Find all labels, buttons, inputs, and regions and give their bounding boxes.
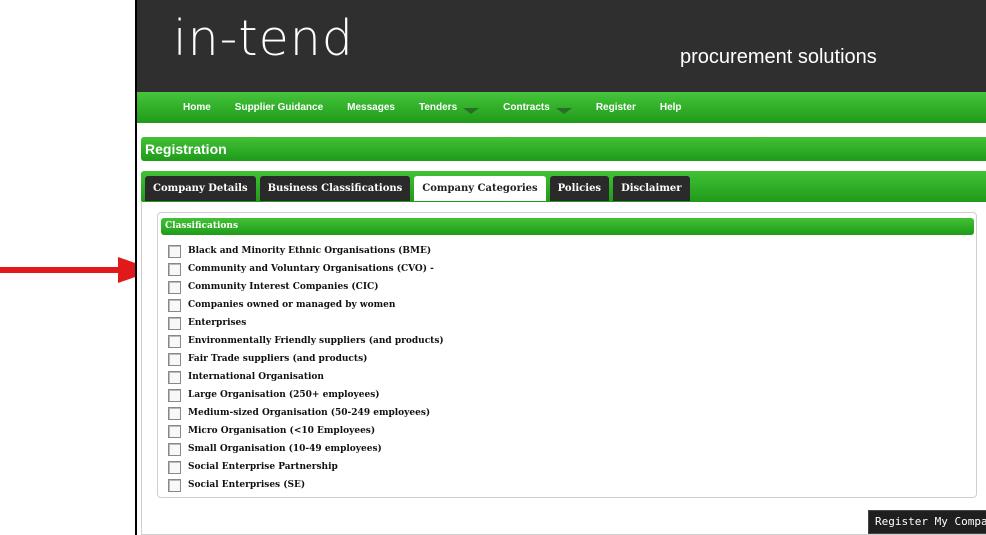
classification-item: Micro Organisation (<10 Employees) [168,422,444,440]
classification-item: Community Interest Companies (CIC) [168,278,444,296]
classification-checkbox[interactable] [168,280,181,294]
classification-item: Companies owned or managed by women [168,296,444,314]
caret-down-icon [555,107,572,114]
classification-label: Companies owned or managed by women [188,300,396,310]
classification-item: Large Organisation (250+ employees) [168,386,444,404]
classification-item: Medium-sized Organisation (50-249 employ… [168,404,444,422]
site-header: in-tend procurement solutions [137,0,986,92]
nav-item-supplier-guidance[interactable]: Supplier Guidance [235,102,323,113]
classification-checkbox[interactable] [168,406,181,420]
main-nav: Home Supplier Guidance Messages Tenders Cont… [137,92,986,123]
classifications-header: Classifications [161,218,974,235]
classification-label: Black and Minority Ethnic Organisations … [188,246,432,256]
tab-company-details[interactable]: Company Details [145,176,256,201]
classification-label: Enterprises [188,318,247,328]
tab-list: Company Details Business Classifications C… [145,176,694,201]
site-tagline: procurement solutions [680,46,877,68]
nav-item-register[interactable]: Register [596,102,636,113]
nav-item-messages[interactable]: Messages [347,102,395,113]
classification-label: Small Organisation (10-49 employees) [188,444,382,454]
nav-item-tenders[interactable]: Tenders [418,102,480,114]
classification-item: International Organisation [168,368,444,386]
classification-checkbox[interactable] [168,316,181,330]
nav-item-label: Register [595,102,636,113]
classification-item: Social Enterprises (SE) [168,476,444,494]
classification-checkbox[interactable] [168,244,181,258]
annotation-arrow-icon [0,257,155,283]
browser-page: in-tend procurement solutions Home Suppli… [135,0,986,535]
classification-item: Small Organisation (10-49 employees) [168,440,444,458]
classification-checkbox[interactable] [168,352,181,366]
register-my-company-button[interactable]: Register My Company [868,510,986,534]
classification-checkbox[interactable] [168,262,181,276]
classification-checkbox[interactable] [168,460,181,474]
nav-item-label: Tenders [418,102,458,113]
classification-item: Enterprises [168,314,444,332]
classification-item: Community and Voluntary Organisations (C… [168,260,444,278]
classification-label: Large Organisation (250+ employees) [188,390,380,400]
nav-item-help[interactable]: Help [660,102,682,113]
nav-item-label: Supplier Guidance [234,102,324,113]
tab-company-categories[interactable]: Company Categories [414,176,546,201]
classification-label: Community and Voluntary Organisations (C… [188,264,434,274]
classification-item: Environmentally Friendly suppliers (and … [168,332,444,350]
classification-label: Social Enterprise Partnership [188,462,338,472]
classifications-list: Black and Minority Ethnic Organisations … [168,242,444,494]
classification-checkbox[interactable] [168,442,181,456]
nav-item-label: Contracts [503,102,550,113]
tab-disclaimer[interactable]: Disclaimer [613,176,690,201]
logo-text: in-tend [173,10,354,67]
classification-checkbox[interactable] [168,388,181,402]
classification-label: Social Enterprises (SE) [188,480,306,490]
nav-item-label: Home [183,102,211,113]
nav-item-label: Help [659,102,682,113]
classification-label: Micro Organisation (<10 Employees) [188,426,376,436]
classification-label: International Organisation [188,372,324,382]
nav-item-label: Messages [347,102,395,113]
tab-policies[interactable]: Policies [549,176,610,201]
classification-label: Medium-sized Organisation (50-249 employ… [188,408,431,418]
classification-item: Fair Trade suppliers (and products) [168,350,444,368]
site-logo[interactable]: in-tend [173,14,354,63]
classification-item: Social Enterprise Partnership [168,458,444,476]
classification-label: Fair Trade suppliers (and products) [188,354,368,364]
classification-item: Black and Minority Ethnic Organisations … [168,242,444,260]
nav-item-contracts[interactable]: Contracts [503,102,572,114]
classification-checkbox[interactable] [168,424,181,438]
classification-label: Community Interest Companies (CIC) [188,282,379,292]
classification-checkbox[interactable] [168,298,181,312]
tab-business-classifications[interactable]: Business Classifications [259,176,411,201]
classification-checkbox[interactable] [168,370,181,384]
page-title: Registration [141,137,986,161]
caret-down-icon [463,107,480,114]
nav-item-home[interactable]: Home [183,102,211,113]
classification-checkbox[interactable] [168,478,181,492]
classification-label: Environmentally Friendly suppliers (and … [188,336,444,346]
classification-checkbox[interactable] [168,334,181,348]
